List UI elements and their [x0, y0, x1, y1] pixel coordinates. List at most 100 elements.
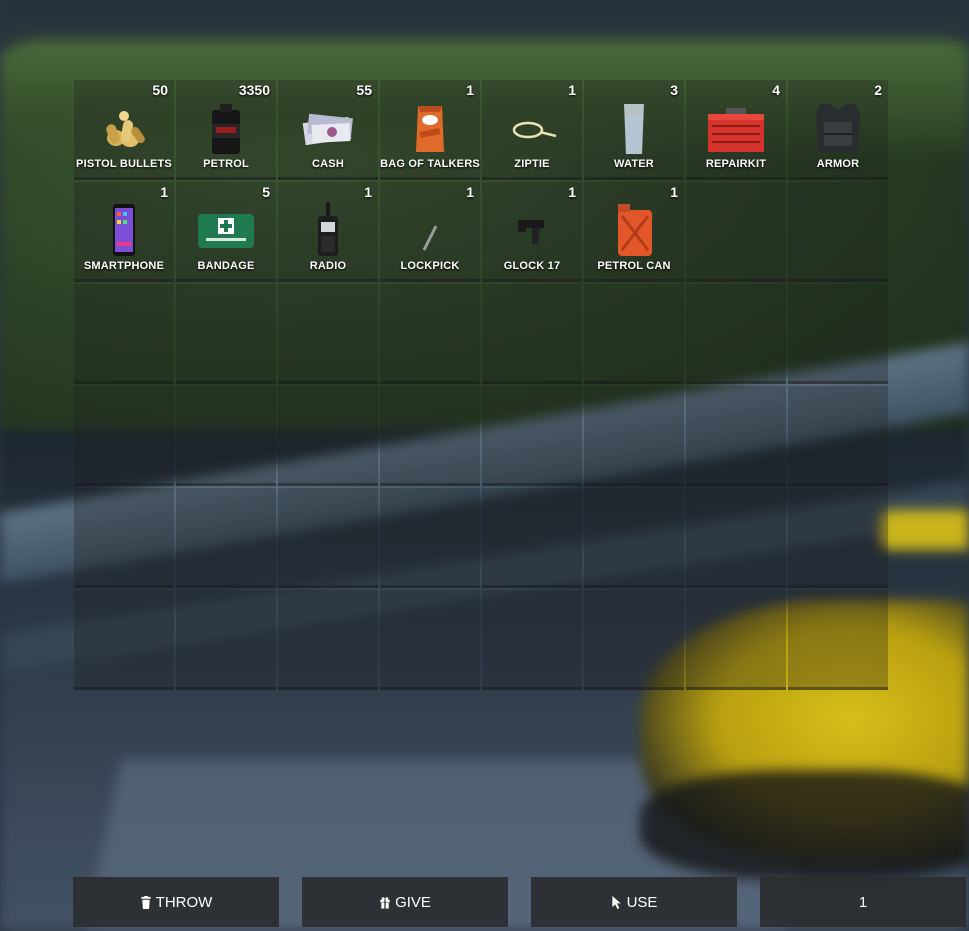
use-button-label: USE	[626, 893, 658, 911]
item-count: 4	[772, 82, 780, 98]
inventory-slot-empty[interactable]	[278, 590, 378, 690]
inventory-slot-empty[interactable]	[584, 590, 684, 690]
jerry-can-icon	[603, 202, 665, 258]
inventory-slot-empty[interactable]	[74, 590, 174, 690]
inventory-slot-empty[interactable]	[584, 284, 684, 384]
inventory-slot-empty[interactable]	[74, 284, 174, 384]
inventory-slot-empty[interactable]	[482, 488, 582, 588]
water-glass-icon	[603, 100, 665, 156]
inventory-slot-empty[interactable]	[176, 488, 276, 588]
inventory-slot-empty[interactable]	[788, 488, 888, 588]
inventory-slot-empty[interactable]	[176, 590, 276, 690]
inventory-slot-empty[interactable]	[176, 386, 276, 486]
item-count: 1	[568, 82, 576, 98]
item-count: 5	[262, 184, 270, 200]
item-name: PETROL CAN	[597, 260, 671, 272]
item-name: ZIPTIE	[514, 158, 550, 170]
inventory-slot-glock-17[interactable]: 1 GLOCK 17	[482, 182, 582, 282]
item-count: 50	[152, 82, 168, 98]
inventory-slot-armor[interactable]: 2 ARMOR	[788, 80, 888, 180]
inventory-slot-empty[interactable]	[788, 386, 888, 486]
inventory-slot-smartphone[interactable]: 1 SMARTPHONE	[74, 182, 174, 282]
inventory-slot-petrol-can[interactable]: 1 PETROL CAN	[584, 182, 684, 282]
inventory-slot-empty[interactable]	[788, 590, 888, 690]
inventory-slot-water[interactable]: 3 WATER	[584, 80, 684, 180]
inventory-grid: 50 PISTOL BULLETS 3350 PETROL 55 CASH 1 …	[74, 80, 889, 692]
use-button[interactable]: USE	[531, 877, 737, 927]
give-button[interactable]: GIVE	[302, 877, 508, 927]
cursor-icon	[611, 895, 623, 909]
inventory-slot-empty[interactable]	[380, 590, 480, 690]
inventory-slot-petrol[interactable]: 3350 PETROL	[176, 80, 276, 180]
inventory-slot-ziptie[interactable]: 1 ZIPTIE	[482, 80, 582, 180]
inventory-slot-cash[interactable]: 55 CASH	[278, 80, 378, 180]
pistol-icon	[501, 202, 563, 258]
item-count: 1	[466, 184, 474, 200]
item-name: CASH	[312, 158, 344, 170]
item-count: 3350	[238, 82, 270, 98]
item-count: 2	[874, 82, 882, 98]
inventory-action-bar: THROW GIVE USE 1	[73, 877, 966, 927]
cash-icon	[297, 100, 359, 156]
inventory-slot-empty[interactable]	[278, 284, 378, 384]
inventory-slot-bandage[interactable]: 5 BANDAGE	[176, 182, 276, 282]
lockpick-icon	[399, 202, 461, 258]
inventory-slot-empty[interactable]	[482, 386, 582, 486]
item-name: PETROL	[203, 158, 249, 170]
give-button-label: GIVE	[395, 893, 431, 911]
inventory-slot-empty[interactable]	[74, 386, 174, 486]
amount-input[interactable]: 1	[760, 877, 966, 927]
first-aid-kit-icon	[195, 202, 257, 258]
inventory-slot-radio[interactable]: 1 RADIO	[278, 182, 378, 282]
body-armor-icon	[807, 100, 869, 156]
item-name: RADIO	[309, 260, 347, 272]
inventory-slot-pistol-bullets[interactable]: 50 PISTOL BULLETS	[74, 80, 174, 180]
inventory-slot-empty[interactable]	[74, 488, 174, 588]
inventory-slot-bag-of-talkers[interactable]: 1 BAG OF TALKERS	[380, 80, 480, 180]
inventory-slot-empty[interactable]	[278, 488, 378, 588]
item-name: SMARTPHONE	[83, 260, 165, 272]
item-name: BAG OF TALKERS	[380, 158, 480, 170]
throw-button-label: THROW	[155, 893, 213, 911]
crisps-bag-icon	[399, 100, 461, 156]
inventory-slot-empty[interactable]	[584, 386, 684, 486]
item-name: REPAIRKIT	[705, 158, 767, 170]
item-count: 1	[568, 184, 576, 200]
toolbox-icon	[705, 100, 767, 156]
inventory-slot-empty[interactable]	[686, 284, 786, 384]
petrol-canister-icon	[195, 100, 257, 156]
gift-icon	[379, 896, 391, 909]
trash-icon	[140, 895, 152, 909]
amount-value: 1	[858, 893, 868, 911]
item-name: LOCKPICK	[400, 260, 460, 272]
inventory-slot-repairkit[interactable]: 4 REPAIRKIT	[686, 80, 786, 180]
item-count: 3	[670, 82, 678, 98]
inventory-slot-empty[interactable]	[482, 284, 582, 384]
item-count: 1	[160, 184, 168, 200]
inventory-slot-empty[interactable]	[788, 284, 888, 384]
radio-icon	[297, 202, 359, 258]
item-name: WATER	[614, 158, 654, 170]
item-count: 1	[364, 184, 372, 200]
inventory-slot-empty[interactable]	[686, 386, 786, 486]
smartphone-icon	[93, 202, 155, 258]
inventory-slot-lockpick[interactable]: 1 LOCKPICK	[380, 182, 480, 282]
inventory-slot-empty[interactable]	[380, 488, 480, 588]
inventory-slot-empty[interactable]	[686, 590, 786, 690]
item-name: BANDAGE	[197, 260, 255, 272]
inventory-slot-empty[interactable]	[380, 386, 480, 486]
inventory-slot-empty[interactable]	[176, 284, 276, 384]
item-count: 1	[670, 184, 678, 200]
pistol-bullets-icon	[93, 100, 155, 156]
inventory-slot-empty[interactable]	[380, 284, 480, 384]
ziptie-icon	[501, 100, 563, 156]
item-name: ARMOR	[816, 158, 860, 170]
inventory-slot-empty[interactable]	[788, 182, 888, 282]
inventory-slot-empty[interactable]	[482, 590, 582, 690]
inventory-slot-empty[interactable]	[686, 182, 786, 282]
inventory-slot-empty[interactable]	[278, 386, 378, 486]
item-name: PISTOL BULLETS	[76, 158, 172, 170]
inventory-slot-empty[interactable]	[686, 488, 786, 588]
inventory-slot-empty[interactable]	[584, 488, 684, 588]
throw-button[interactable]: THROW	[73, 877, 279, 927]
